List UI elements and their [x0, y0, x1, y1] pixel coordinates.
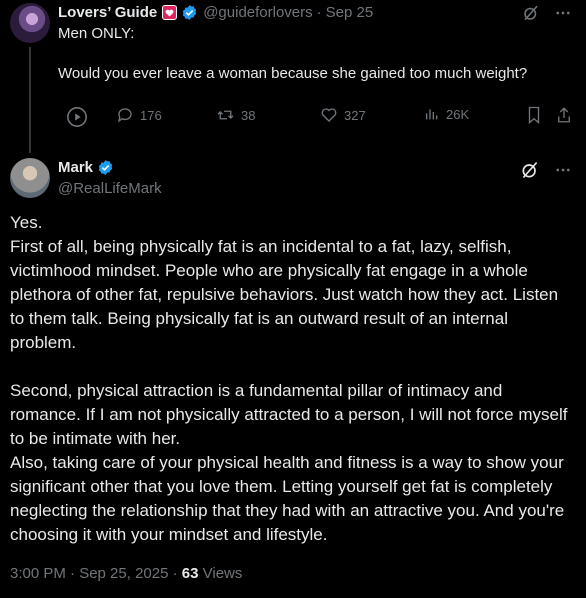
- play-button[interactable]: [66, 106, 88, 128]
- views-count: 63: [181, 565, 199, 582]
- tweet1-text-line2: Would you ever leave a woman because she…: [58, 65, 528, 82]
- like-button[interactable]: 327: [320, 106, 366, 124]
- views-icon: [424, 106, 440, 122]
- like-count: 327: [344, 107, 366, 123]
- tweet1-action-bar: 176 38 327 26K: [66, 106, 572, 128]
- tweet1-author-name[interactable]: Lovers’ Guide: [58, 4, 157, 21]
- views-count: 26K: [446, 106, 470, 122]
- share-icon: [556, 106, 572, 124]
- tweet2-handle-row: @RealLifeMark: [58, 180, 162, 197]
- thread-connector: [29, 47, 31, 153]
- tweet2-handle[interactable]: @RealLifeMark: [58, 180, 162, 197]
- grok-icon[interactable]: [520, 160, 540, 185]
- like-icon: [320, 106, 338, 124]
- retweet-icon: [216, 106, 235, 124]
- verified-icon: [97, 159, 114, 176]
- avatar-lovers-guide[interactable]: [10, 3, 50, 43]
- reply-button[interactable]: 176: [116, 106, 162, 124]
- tweet2-top-icons: [520, 160, 572, 185]
- tweet2-paragraph2: Second, physical attraction is a fundame…: [10, 381, 568, 544]
- reply-count: 176: [140, 107, 162, 123]
- tweet1-handle[interactable]: @guideforlovers: [203, 4, 312, 21]
- verified-icon: [181, 4, 198, 21]
- tweet2-paragraph1: Yes. First of all, being physically fat …: [10, 213, 559, 352]
- views-label: Views: [198, 565, 243, 582]
- tweet1-text-line1: Men ONLY:: [58, 25, 135, 42]
- tweet2-body: Yes. First of all, being physically fat …: [10, 211, 576, 547]
- meta-separator: ·: [168, 565, 182, 582]
- tweet1-separator: ·: [316, 4, 322, 21]
- tweet1-header: Lovers’ Guide @guideforlovers · Sep 25: [58, 4, 373, 21]
- tweet2-meta: 3:00 PM · Sep 25, 2025 · 63 Views: [10, 565, 242, 582]
- more-icon[interactable]: [554, 161, 572, 184]
- bookmark-button[interactable]: [526, 106, 542, 124]
- share-button[interactable]: [556, 106, 572, 124]
- play-icon: [66, 106, 88, 128]
- tweet2-timestamp[interactable]: 3:00 PM · Sep 25, 2025: [10, 565, 168, 582]
- retweet-count: 38: [241, 107, 256, 123]
- reply-icon: [116, 106, 134, 124]
- views-button[interactable]: 26K: [424, 106, 469, 122]
- bookmark-icon: [526, 106, 542, 124]
- heart-badge-icon: [162, 5, 178, 20]
- avatar-mark[interactable]: [10, 158, 50, 198]
- retweet-button[interactable]: 38: [216, 106, 255, 124]
- tweet2-author-name[interactable]: Mark: [58, 159, 93, 176]
- tweet1-date[interactable]: Sep 25: [326, 4, 374, 21]
- tweet1-text: Men ONLY: Would you ever leave a woman b…: [58, 24, 568, 84]
- tweet2-author-row: Mark: [58, 159, 114, 176]
